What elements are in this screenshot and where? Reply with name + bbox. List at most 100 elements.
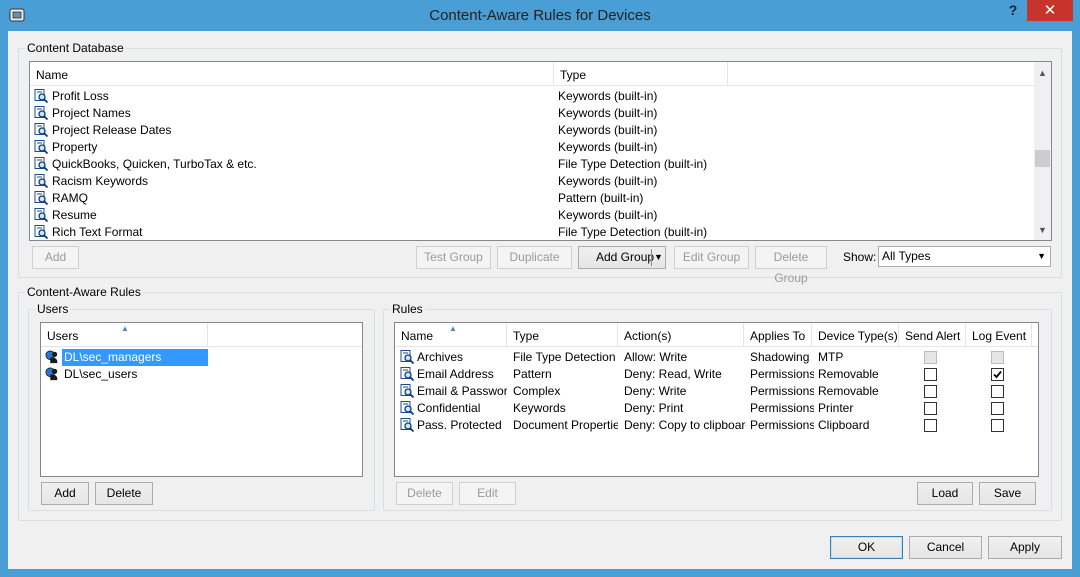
rule-row[interactable]: Email Address Pattern Deny: Read, Write Per… <box>395 366 1038 383</box>
edit-group-button[interactable]: Edit Group <box>674 246 749 269</box>
apply-button[interactable]: Apply <box>988 536 1062 559</box>
delete-user-button[interactable]: Delete <box>95 482 153 505</box>
content-database-list[interactable]: Name Type Profit Loss Keywords (built-in)… <box>29 61 1052 241</box>
content-db-row[interactable]: Resume Keywords (built-in) <box>30 207 1035 224</box>
content-db-type: Keywords (built-in) <box>558 106 658 120</box>
dropdown-arrow-icon[interactable]: ▼ <box>654 247 663 268</box>
content-db-type: Keywords (built-in) <box>558 123 658 137</box>
edit-rule-button[interactable]: Edit <box>459 482 516 505</box>
rule-type: Complex <box>513 384 561 398</box>
title-bar[interactable]: Content-Aware Rules for Devices ? ✕ <box>0 0 1080 31</box>
send-alert-checkbox[interactable] <box>924 368 937 381</box>
send-alert-checkbox[interactable] <box>924 419 937 432</box>
log-event-checkbox[interactable] <box>991 385 1004 398</box>
rule-name: Pass. Protected <box>417 418 502 432</box>
user-list-item[interactable]: DL\sec_managers <box>41 349 362 366</box>
content-db-row[interactable]: QuickBooks, Quicken, TurboTax & etc. File… <box>30 156 1035 173</box>
scroll-up-arrow-icon[interactable]: ▲ <box>1038 68 1047 78</box>
close-button[interactable]: ✕ <box>1027 0 1073 21</box>
log-event-checkbox[interactable] <box>991 368 1004 381</box>
rule-name: Confidential <box>417 401 481 415</box>
user-group-icon <box>45 367 58 381</box>
content-db-name: Property <box>52 140 98 154</box>
help-button[interactable]: ? <box>1000 0 1026 22</box>
content-db-type: Pattern (built-in) <box>558 191 644 205</box>
rule-row[interactable]: Email & Passwords Complex Deny: Write Permi… <box>395 383 1038 400</box>
column-header-actions[interactable]: Action(s) <box>618 323 744 347</box>
load-label: Load <box>931 486 959 500</box>
ok-button[interactable]: OK <box>830 536 903 559</box>
scroll-thumb[interactable] <box>1035 150 1050 167</box>
log-event-checkbox[interactable] <box>991 402 1004 415</box>
content-db-row[interactable]: RAMQ Pattern (built-in) <box>30 190 1035 207</box>
rule-row[interactable]: Pass. Protected Document Properties Deny: … <box>395 417 1038 434</box>
content-database-header: Name Type <box>30 62 1035 86</box>
log-event-checkbox[interactable] <box>991 351 1004 364</box>
add-button-label: Add <box>44 250 67 264</box>
column-header-applies-to[interactable]: Applies To <box>744 323 812 347</box>
content-db-type: File Type Detection (built-in) <box>558 225 708 239</box>
edit-group-label: Edit Group <box>682 250 741 264</box>
document-magnifier-icon <box>400 418 414 432</box>
content-db-name: Racism Keywords <box>52 174 149 188</box>
test-group-label: Test Group <box>424 250 483 264</box>
cancel-button[interactable]: Cancel <box>909 536 982 559</box>
send-alert-checkbox[interactable] <box>924 385 937 398</box>
chevron-down-icon: ▼ <box>1037 251 1046 261</box>
content-db-row[interactable]: Profit Loss Keywords (built-in) <box>30 88 1035 105</box>
show-type-value: All Types <box>882 249 931 263</box>
users-list[interactable]: Users ▲ DL\sec_managers DL\sec_users <box>40 322 363 477</box>
column-header-log-event[interactable]: Log Event <box>966 323 1032 347</box>
duplicate-button[interactable]: Duplicate <box>497 246 572 269</box>
content-db-row[interactable]: Project Names Keywords (built-in) <box>30 105 1035 122</box>
rule-row[interactable]: Archives File Type Detection Allow: Write S… <box>395 349 1038 366</box>
document-magnifier-icon <box>400 401 414 415</box>
rule-device: Removable <box>818 384 879 398</box>
content-db-row[interactable]: Racism Keywords Keywords (built-in) <box>30 173 1035 190</box>
content-db-type: Keywords (built-in) <box>558 208 658 222</box>
show-type-select[interactable]: All Types ▼ <box>878 246 1051 267</box>
vertical-scrollbar[interactable]: ▲ ▼ <box>1034 62 1051 240</box>
add-user-label: Add <box>54 486 76 500</box>
add-button[interactable]: Add <box>32 246 79 269</box>
add-user-button[interactable]: Add <box>41 482 89 505</box>
checkmark-icon <box>993 370 1002 379</box>
column-header-type[interactable]: Type <box>554 62 728 86</box>
content-db-name: Project Release Dates <box>52 123 172 137</box>
rule-applies: Permissions <box>750 418 814 432</box>
send-alert-checkbox[interactable] <box>924 402 937 415</box>
rule-row[interactable]: Confidential Keywords Deny: Print Permissio… <box>395 400 1038 417</box>
rule-name: Archives <box>417 350 464 364</box>
content-db-type: Keywords (built-in) <box>558 89 658 103</box>
column-header-rule-type[interactable]: Type <box>507 323 618 347</box>
column-header-send-alert[interactable]: Send Alert <box>899 323 966 347</box>
dialog-client: Content Database Name Type Profit Loss Ke… <box>8 31 1072 569</box>
save-button[interactable]: Save <box>979 482 1036 505</box>
show-label: Show: <box>843 250 877 264</box>
rules-list[interactable]: Name ▲ Type Action(s) Applies To Device … <box>394 322 1039 477</box>
content-db-row[interactable]: Property Keywords (built-in) <box>30 139 1035 156</box>
rule-action: Deny: Read, Write <box>624 367 722 381</box>
cancel-label: Cancel <box>926 540 965 554</box>
delete-rule-button[interactable]: Delete <box>396 482 453 505</box>
split-divider <box>651 249 652 266</box>
user-list-item[interactable]: DL\sec_users <box>41 366 362 383</box>
column-header-device-types[interactable]: Device Type(s) <box>812 323 899 347</box>
column-header-name[interactable]: Name <box>30 62 554 86</box>
content-db-row[interactable]: Rich Text Format File Type Detection (bui… <box>30 224 1035 240</box>
send-alert-checkbox[interactable] <box>924 351 937 364</box>
content-db-type: File Type Detection (built-in) <box>558 157 708 171</box>
scroll-down-arrow-icon[interactable]: ▼ <box>1038 225 1047 235</box>
duplicate-label: Duplicate <box>509 250 560 264</box>
document-magnifier-icon <box>34 225 48 239</box>
load-button[interactable]: Load <box>917 482 973 505</box>
delete-group-button[interactable]: Delete Group <box>755 246 827 285</box>
document-magnifier-icon <box>34 140 48 154</box>
content-db-name: Rich Text Format <box>52 225 143 239</box>
content-db-type: Keywords (built-in) <box>558 174 658 188</box>
add-group-button[interactable]: Add Group ▼ <box>578 246 666 269</box>
log-event-checkbox[interactable] <box>991 419 1004 432</box>
sort-ascending-icon: ▲ <box>449 324 457 333</box>
content-db-row[interactable]: Project Release Dates Keywords (built-in) <box>30 122 1035 139</box>
test-group-button[interactable]: Test Group <box>416 246 491 269</box>
